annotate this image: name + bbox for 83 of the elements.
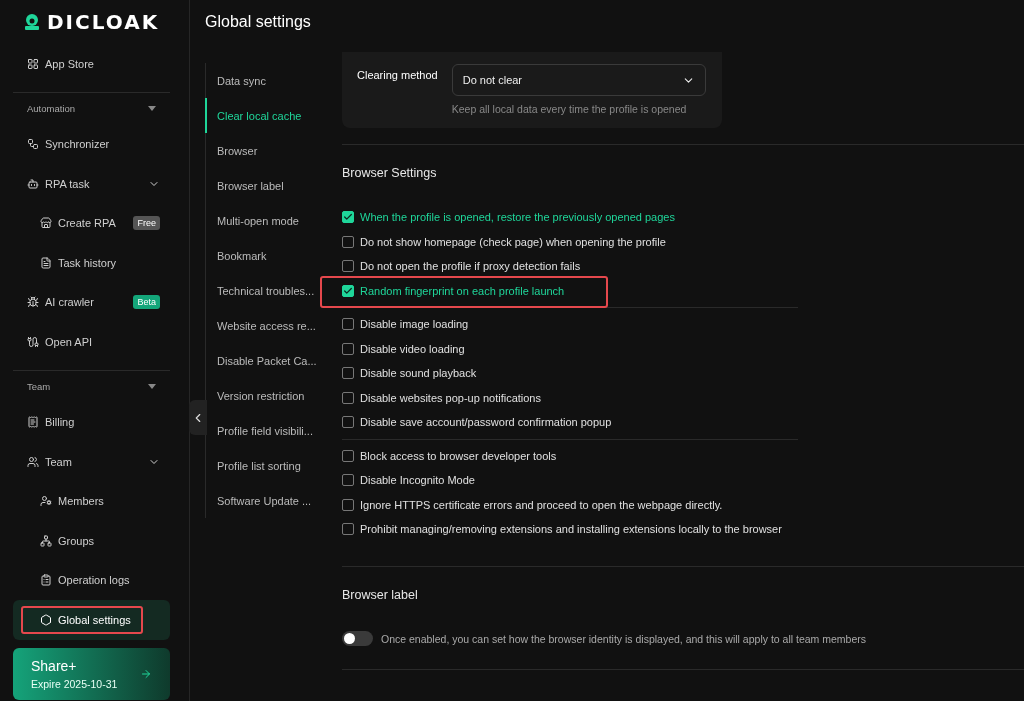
sidebar-item[interactable]: RPA task (13, 164, 170, 204)
nav-badge: Beta (133, 295, 160, 310)
nav-icon (40, 574, 52, 587)
logo-icon (23, 13, 41, 31)
checkbox[interactable] (342, 318, 354, 331)
checkbox-label: Disable Incognito Mode (360, 474, 475, 487)
checkbox[interactable] (342, 498, 354, 511)
collapse-button[interactable] (189, 400, 207, 435)
settings-nav-item[interactable]: Profile list sorting (205, 448, 342, 483)
sidebar-item[interactable]: Global settings (13, 600, 170, 640)
checkbox[interactable] (342, 416, 354, 429)
checkbox[interactable] (342, 260, 354, 273)
sidebar-item[interactable]: Team (13, 442, 170, 482)
checkbox[interactable] (342, 391, 354, 404)
plan-expiry: Expire 2025-10-31 (31, 677, 118, 690)
checkbox[interactable] (342, 342, 354, 355)
sidebar-item[interactable]: App Store (13, 44, 170, 84)
settings-nav-item[interactable]: Technical troubles... (205, 273, 342, 308)
checkbox-label: Disable video loading (360, 342, 465, 355)
nav-icon (40, 534, 52, 547)
brand-name: DICLOAK (47, 10, 160, 34)
section-header[interactable]: Automation (13, 92, 170, 125)
nav-icon (40, 256, 52, 269)
settings-nav-item[interactable]: Profile field visibili... (205, 413, 342, 448)
checkbox[interactable] (342, 523, 354, 536)
checkbox-label: Prohibit managing/removing extensions and installing extensions locally to the browser (360, 523, 782, 536)
nav-icon (40, 217, 52, 230)
field-hint: Keep all local data every time the profile is opened (451, 102, 688, 116)
checkbox-label: Random fingerprint on each profile launch (360, 284, 565, 297)
sidebar-item[interactable]: Open API (13, 322, 170, 362)
section-title: Browser Settings (342, 165, 438, 182)
nav-icon (27, 335, 39, 348)
sidebar-item[interactable]: Groups (13, 521, 170, 561)
sidebar-item[interactable]: Create RPA Free (13, 203, 170, 243)
nav-icon (27, 177, 39, 190)
arrow-icon (140, 667, 152, 680)
sidebar-item[interactable]: Task history (13, 243, 170, 283)
sidebar-item[interactable]: AI crawler Beta (13, 282, 170, 322)
settings-nav-item[interactable]: Version restriction (205, 378, 342, 413)
checkbox-label: Disable websites pop-up notifications (360, 391, 541, 404)
checkbox-label: Do not show homepage (check page) when opening the profile (360, 235, 666, 248)
nav-icon (27, 416, 39, 429)
nav-badge: Free (133, 216, 160, 231)
checkbox-label: Disable save account/password confirmation popup (360, 416, 612, 429)
settings-nav-item[interactable]: Browser (205, 133, 342, 168)
settings-nav-item[interactable]: Multi-open mode (205, 203, 342, 238)
sidebar-item[interactable]: Members (13, 481, 170, 521)
page-title: Global settings (205, 12, 312, 32)
settings-nav-item[interactable]: Disable Packet Ca... (205, 343, 342, 378)
nav-icon (40, 495, 52, 508)
checkbox[interactable] (342, 367, 354, 380)
settings-nav-item[interactable]: Bookmark (205, 238, 342, 273)
checkbox-label: Do not open the profile if proxy detection fails (360, 260, 581, 273)
plan-card[interactable]: Share+ Expire 2025-10-31 (13, 647, 170, 700)
clearing-method-select[interactable]: Do not clear (451, 64, 706, 96)
settings-nav-item[interactable]: Data sync (205, 63, 342, 98)
checkbox[interactable] (342, 449, 354, 462)
nav-icon (27, 57, 39, 70)
checkbox-label: Disable sound playback (360, 367, 477, 380)
sidebar-item[interactable]: Operation logs (13, 560, 170, 600)
sidebar-item[interactable]: Billing (13, 402, 170, 442)
plan-name: Share+ (31, 657, 78, 674)
nav-icon (27, 296, 39, 309)
toggle-switch[interactable] (342, 631, 373, 646)
checkbox[interactable] (342, 211, 354, 224)
checkbox[interactable] (342, 474, 354, 487)
settings-nav-item[interactable]: Browser label (205, 168, 342, 203)
checkbox[interactable] (342, 235, 354, 248)
settings-nav-item[interactable]: Website access re... (205, 308, 342, 343)
checkbox-label: Disable image loading (360, 318, 469, 331)
sidebar-item[interactable]: Synchronizer (13, 124, 170, 164)
nav-icon (40, 613, 52, 626)
settings-nav-item[interactable]: Software Update ... (205, 483, 342, 518)
checkbox-label: When the profile is opened, restore the previously opened pages (360, 211, 675, 224)
section-header[interactable]: Team (13, 370, 170, 403)
checkbox-label: Ignore HTTPS certificate errors and proceed to open the webpage directly. (360, 498, 723, 511)
nav-icon (27, 138, 39, 151)
checkbox[interactable] (342, 284, 354, 297)
toggle-description: Once enabled, you can set how the browser identity is displayed, and this will apply to all team members (381, 632, 866, 645)
field-label: Clearing method (357, 68, 438, 83)
section-title: Browser label (342, 586, 419, 604)
checkbox-label: Block access to browser developer tools (360, 449, 557, 462)
nav-icon (27, 455, 39, 468)
